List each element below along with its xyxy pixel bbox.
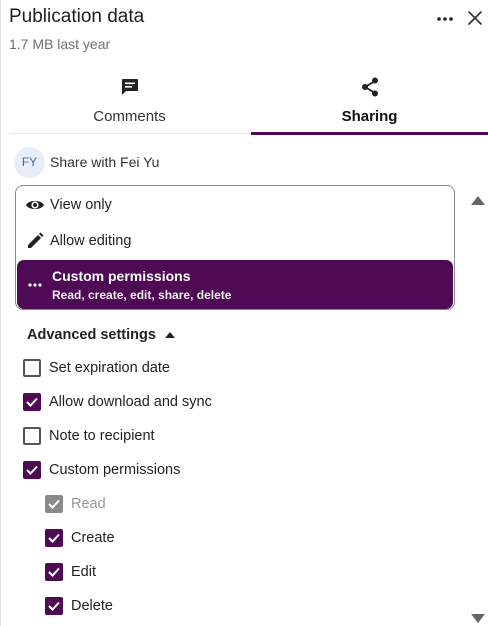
checkbox-box[interactable] (45, 563, 63, 581)
file-subtitle: 1.7 MB last year (9, 36, 111, 52)
tab-comments-label: Comments (93, 108, 166, 125)
checkmark-icon (26, 397, 38, 407)
option-custom-permissions-label: Custom permissions (52, 267, 191, 284)
panel-left-border (0, 0, 1, 626)
checkbox-label: Create (71, 530, 115, 546)
checkbox-label: Edit (71, 564, 96, 580)
checkbox-note-to-recipient[interactable]: Note to recipient (23, 424, 155, 448)
checkbox-label: Set expiration date (49, 360, 170, 376)
option-view-only-label: View only (50, 196, 112, 213)
close-button[interactable] (464, 6, 486, 30)
checkmark-icon (48, 567, 60, 577)
active-tab-indicator (251, 132, 488, 135)
more-horizontal-icon (437, 17, 453, 21)
checkmark-icon (48, 533, 60, 543)
checkbox-edit[interactable]: Edit (45, 560, 96, 584)
checkbox-label: Note to recipient (49, 428, 155, 444)
tab-sharing-label: Sharing (341, 108, 398, 125)
option-allow-editing[interactable]: Allow editing (16, 223, 454, 259)
checkbox-label: Custom permissions (49, 462, 181, 478)
sidebar-tabs: Comments Sharing (9, 72, 488, 135)
checkbox-create[interactable]: Create (45, 526, 115, 550)
comment-icon (121, 79, 138, 95)
checkbox-read: Read (45, 492, 106, 516)
checkbox-box[interactable] (23, 427, 41, 445)
option-allow-editing-label: Allow editing (50, 233, 132, 249)
scroll-up-arrow[interactable] (470, 193, 486, 205)
checkbox-delete[interactable]: Delete (45, 594, 113, 618)
more-actions-button[interactable] (433, 8, 457, 30)
triangle-up-icon (471, 196, 485, 205)
tab-sharing[interactable]: Sharing (251, 72, 488, 134)
checkbox-box[interactable] (23, 461, 41, 479)
file-title: Publication data (9, 6, 145, 27)
checkbox-box[interactable] (23, 393, 41, 411)
checkbox-box[interactable] (23, 359, 41, 377)
checkbox-label: Allow download and sync (49, 394, 212, 410)
option-custom-permissions[interactable]: Custom permissions Read, create, edit, s… (17, 260, 453, 309)
checkbox-box[interactable] (45, 529, 63, 547)
triangle-down-icon (471, 614, 485, 623)
pencil-icon (28, 232, 44, 248)
share-recipient-label: Share with Fei Yu (50, 154, 160, 170)
option-view-only[interactable]: View only (16, 186, 454, 223)
more-horizontal-icon (28, 282, 42, 287)
advanced-settings-label: Advanced settings (27, 327, 156, 343)
checkmark-icon (26, 465, 38, 475)
scroll-down-arrow[interactable] (470, 612, 486, 624)
checkbox-box (45, 495, 63, 513)
checkbox-custom-permissions[interactable]: Custom permissions (23, 458, 180, 482)
checkbox-label: Read (71, 496, 106, 512)
share-recipient: FY Share with Fei Yu (14, 146, 159, 178)
checkbox-box[interactable] (45, 597, 63, 615)
close-icon (468, 11, 482, 25)
sidebar-header: Publication data 1.7 MB last year (9, 4, 482, 56)
eye-icon (26, 200, 44, 209)
checkbox-set-expiration-date[interactable]: Set expiration date (23, 356, 170, 380)
checkbox-label: Delete (71, 598, 113, 614)
advanced-settings-toggle[interactable]: Advanced settings (27, 324, 175, 346)
checkbox-allow-download-and-sync[interactable]: Allow download and sync (23, 390, 212, 414)
share-icon (361, 77, 378, 97)
tab-comments[interactable]: Comments (9, 72, 250, 134)
avatar: FY (14, 146, 45, 178)
option-custom-permissions-summary: Read, create, edit, share, delete (52, 287, 232, 302)
permissions-dropdown: View only Allow editing Custom permissio… (15, 185, 455, 310)
checkmark-icon (48, 499, 60, 509)
caret-up-icon (164, 332, 175, 338)
checkmark-icon (48, 601, 60, 611)
